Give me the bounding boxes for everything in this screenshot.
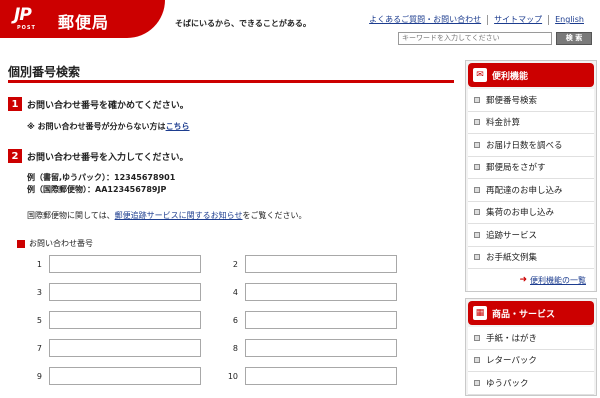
sidebar-item-delivery-days[interactable]: お届け日数を調べる	[468, 134, 594, 157]
sidebar-item-yu-pack[interactable]: ゆうパック	[468, 372, 594, 395]
input-number-label: 2	[232, 260, 238, 269]
sidebar-item-label: 再配達のお申し込み	[486, 185, 563, 196]
main-content: 個別番号検索 1 お問い合わせ番号を確かめてください。 ※ お問い合わせ番号が分…	[0, 50, 460, 398]
sidebar-item-rate-calc[interactable]: 料金計算	[468, 111, 594, 134]
japan-post-logo[interactable]: JP POST 郵便局	[0, 0, 165, 38]
products-title: 商品・サービス	[492, 309, 556, 320]
tracking-number-input-9[interactable]	[49, 367, 201, 385]
tracking-number-label-text: お問い合わせ番号	[29, 239, 93, 248]
sidebar-item-tracking[interactable]: 追跡サービス	[468, 224, 594, 247]
step-1-number: 1	[8, 97, 22, 111]
sidebar-item-label: 郵便局をさがす	[486, 163, 546, 174]
square-bullet-icon	[474, 186, 480, 193]
products-panel: ▦ 商品・サービス 手紙・はがき レターパック ゆうパック	[465, 298, 597, 396]
step-1: 1 お問い合わせ番号を確かめてください。	[8, 97, 189, 111]
input-number-label: 1	[36, 260, 42, 269]
example-international: 例（国際郵便物）：AA123456789JP	[27, 185, 167, 194]
products-header: ▦ 商品・サービス	[468, 301, 594, 325]
sidebar-item-label: お手紙文例集	[486, 253, 538, 264]
sidebar-item-label: 手紙・はがき	[486, 333, 538, 344]
here-link[interactable]: こちら	[166, 122, 190, 131]
sidebar-item-label: 集荷のお申し込み	[486, 208, 555, 219]
square-bullet-icon	[474, 254, 480, 261]
arrow-right-icon: ➜	[519, 275, 527, 285]
input-number-label: 10	[227, 372, 238, 381]
input-number-label: 3	[36, 288, 42, 297]
tracking-number-input-5[interactable]	[49, 311, 201, 329]
tracking-notice-link[interactable]: 郵便追跡サービスに関するお知らせ	[115, 211, 243, 220]
sidebar-item-label: レターパック	[486, 356, 537, 367]
toolbox-icon: ✉	[473, 68, 487, 82]
tracking-number-input-2[interactable]	[245, 255, 397, 273]
step-2-number: 2	[8, 149, 22, 163]
convenience-header: ✉ 便利機能	[468, 63, 594, 87]
input-number-label: 4	[232, 288, 238, 297]
square-bullet-icon	[474, 231, 480, 238]
sitemap-link[interactable]: サイトマップ	[487, 15, 548, 25]
red-square-icon	[17, 239, 25, 248]
site-search: 検 索	[398, 31, 592, 45]
square-bullet-icon	[474, 141, 480, 148]
page-title: 個別番号検索	[8, 65, 81, 79]
faq-contact-link[interactable]: よくあるご質問・お問い合わせ	[363, 15, 487, 25]
search-button[interactable]: 検 索	[556, 31, 592, 45]
sidebar-item-letterpack[interactable]: レターパック	[468, 349, 594, 372]
search-input[interactable]	[398, 31, 552, 45]
tracking-number-input-4[interactable]	[245, 283, 397, 301]
input-number-label: 9	[36, 372, 42, 381]
convenience-panel: ✉ 便利機能 郵便番号検索 料金計算 お届け日数を調べる 郵便局をさがす 再配達…	[465, 60, 597, 292]
square-bullet-icon	[474, 164, 480, 171]
sidebar-item-label: 料金計算	[486, 118, 521, 129]
tracking-number-input-7[interactable]	[49, 339, 201, 357]
unknown-number-note: ※ お問い合わせ番号が分からない方はこちら	[27, 121, 190, 132]
step-2-text: お問い合わせ番号を入力してください。	[27, 152, 189, 163]
tracking-number-input-10[interactable]	[245, 367, 397, 385]
tracking-number-input-8[interactable]	[245, 339, 397, 357]
square-bullet-icon	[474, 119, 480, 126]
sidebar-item-letter-samples[interactable]: お手紙文例集	[468, 246, 594, 269]
input-number-label: 8	[232, 344, 238, 353]
step-1-text: お問い合わせ番号を確かめてください。	[27, 100, 189, 111]
square-bullet-icon	[474, 96, 480, 103]
site-header: JP POST 郵便局 そばにいるから、できることがある。 よくあるご質問・お問…	[0, 0, 600, 50]
convenience-list-link[interactable]: 便利機能の一覧	[530, 275, 586, 286]
sidebar-item-redelivery[interactable]: 再配達のお申し込み	[468, 179, 594, 202]
intl-prefix: 国際郵便物に関しては、	[27, 211, 115, 220]
international-notice: 国際郵便物に関しては、郵便追跡サービスに関するお知らせをご覧ください。	[27, 210, 306, 221]
tracking-number-input-1[interactable]	[49, 255, 201, 273]
sidebar-item-find-office[interactable]: 郵便局をさがす	[468, 156, 594, 179]
sidebar-item-label: 郵便番号検索	[486, 95, 538, 106]
square-bullet-icon	[474, 334, 480, 341]
step-2: 2 お問い合わせ番号を入力してください。	[8, 149, 188, 163]
title-divider	[8, 80, 454, 83]
sidebar-item-label: 追跡サービス	[486, 230, 538, 241]
shop-icon: ▦	[473, 306, 487, 320]
sidebar-item-label: お届け日数を調べる	[486, 140, 563, 151]
convenience-title: 便利機能	[492, 71, 529, 82]
input-number-label: 6	[232, 316, 238, 325]
square-bullet-icon	[474, 357, 480, 364]
square-bullet-icon	[474, 209, 480, 216]
jp-post-mark-icon: JP	[14, 5, 32, 25]
note-text: ※ お問い合わせ番号が分からない方は	[27, 122, 166, 131]
sidebar-item-pickup[interactable]: 集荷のお申し込み	[468, 201, 594, 224]
tracking-number-label: お問い合わせ番号	[17, 238, 93, 249]
input-number-label: 5	[36, 316, 42, 325]
input-number-label: 7	[36, 344, 42, 353]
convenience-more: ➜ 便利機能の一覧	[468, 269, 594, 291]
sidebar-item-label: ゆうパック	[486, 378, 529, 389]
tracking-number-input-6[interactable]	[245, 311, 397, 329]
utility-links: よくあるご質問・お問い合わせ サイトマップ English	[363, 14, 590, 26]
logo-post-text: POST	[17, 25, 36, 31]
english-link[interactable]: English	[548, 15, 590, 25]
logo-name: 郵便局	[58, 13, 110, 32]
example-domestic: 例（書留,ゆうパック）：12345678901	[27, 173, 176, 182]
tagline: そばにいるから、できることがある。	[175, 19, 311, 28]
square-bullet-icon	[474, 379, 480, 386]
sidebar-item-letters-postcards[interactable]: 手紙・はがき	[468, 327, 594, 350]
sidebar-item-postal-code[interactable]: 郵便番号検索	[468, 89, 594, 112]
intl-suffix: をご覧ください。	[242, 211, 307, 220]
tracking-number-input-3[interactable]	[49, 283, 201, 301]
